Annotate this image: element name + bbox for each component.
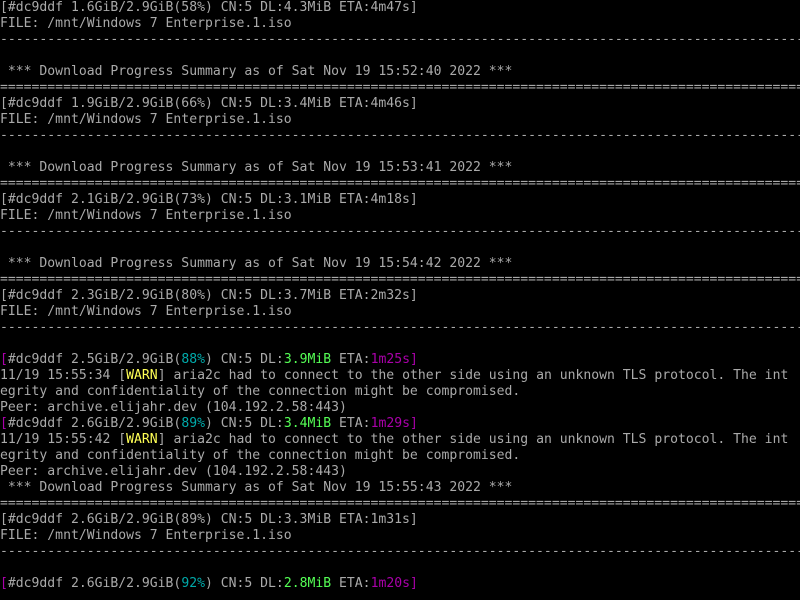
terminal-text-segment: ] xyxy=(409,576,418,591)
terminal-text-segment: Peer: archive.elijahr.dev (104.192.2.58:… xyxy=(0,464,347,479)
terminal-text-segment: *** Download Progress Summary as of Sat … xyxy=(0,480,513,495)
terminal-line: [#dc9ddf 2.6GiB/2.9GiB(92%) CN:5 DL:2.8M… xyxy=(0,576,800,592)
terminal-line: Peer: archive.elijahr.dev (104.192.2.58:… xyxy=(0,464,800,480)
terminal-line: ----------------------------------------… xyxy=(0,544,800,560)
terminal-text-segment: ] xyxy=(409,416,418,431)
terminal-line: egrity and confidentiality of the connec… xyxy=(0,448,800,464)
terminal-line: [#dc9ddf 2.5GiB/2.9GiB(88%) CN:5 DL:3.9M… xyxy=(0,352,800,368)
terminal-line: [#dc9ddf 1.9GiB/2.9GiB(66%) CN:5 DL:3.4M… xyxy=(0,96,800,112)
terminal-line: FILE: /mnt/Windows 7 Enterprise.1.iso xyxy=(0,16,800,32)
terminal-line: ----------------------------------------… xyxy=(0,32,800,48)
terminal-line: ========================================… xyxy=(0,176,800,192)
terminal-text-segment: ----------------------------------------… xyxy=(0,544,800,559)
terminal-text-segment: 2.8MiB xyxy=(283,576,332,591)
terminal-line: ----------------------------------------… xyxy=(0,128,800,144)
terminal-line: [#dc9ddf 2.1GiB/2.9GiB(73%) CN:5 DL:3.1M… xyxy=(0,192,800,208)
terminal-text-segment: ----------------------------------------… xyxy=(0,128,800,143)
terminal-text-segment: FILE: /mnt/Windows 7 Enterprise.1.iso xyxy=(0,528,292,543)
terminal-line: ========================================… xyxy=(0,272,800,288)
terminal-line: ========================================… xyxy=(0,80,800,96)
terminal-line: Peer: archive.elijahr.dev (104.192.2.58:… xyxy=(0,400,800,416)
terminal-text-segment: [#dc9ddf 1.6GiB/2.9GiB(58%) CN:5 DL:4.3M… xyxy=(0,0,418,15)
terminal-text-segment: *** Download Progress Summary as of Sat … xyxy=(0,256,513,271)
terminal-text-segment: *** Download Progress Summary as of Sat … xyxy=(0,64,513,79)
terminal-text-segment: FILE: /mnt/Windows 7 Enterprise.1.iso xyxy=(0,304,292,319)
terminal-line: ----------------------------------------… xyxy=(0,320,800,336)
terminal-text-segment: #dc9ddf 2.6GiB/2.9GiB( xyxy=(7,416,182,431)
terminal-text-segment: *** Download Progress Summary as of Sat … xyxy=(0,160,513,175)
terminal-text-segment: #dc9ddf 2.6GiB/2.9GiB( xyxy=(7,576,182,591)
terminal-line: [#dc9ddf 2.3GiB/2.9GiB(80%) CN:5 DL:3.7M… xyxy=(0,288,800,304)
terminal-line: [#dc9ddf 2.6GiB/2.9GiB(89%) CN:5 DL:3.3M… xyxy=(0,512,800,528)
terminal-line: ========================================… xyxy=(0,496,800,512)
terminal-text-segment: [#dc9ddf 1.9GiB/2.9GiB(66%) CN:5 DL:3.4M… xyxy=(0,96,418,111)
terminal-line: FILE: /mnt/Windows 7 Enterprise.1.iso xyxy=(0,208,800,224)
terminal-text-segment: ] aria2c had to connect to the other sid… xyxy=(157,368,789,383)
terminal-text-segment: [ xyxy=(0,576,8,591)
terminal-line: FILE: /mnt/Windows 7 Enterprise.1.iso xyxy=(0,528,800,544)
terminal-text-segment: ETA: xyxy=(331,352,371,367)
terminal-text-segment: 89% xyxy=(181,416,205,431)
terminal-text-segment: FILE: /mnt/Windows 7 Enterprise.1.iso xyxy=(0,208,292,223)
terminal-text-segment: ] xyxy=(409,352,418,367)
terminal-line: *** Download Progress Summary as of Sat … xyxy=(0,480,800,496)
terminal-text-segment: ========================================… xyxy=(0,176,800,191)
terminal-text-segment: 3.4MiB xyxy=(283,416,332,431)
terminal-text-segment: ) CN:5 DL: xyxy=(204,576,284,591)
terminal-text-segment: 88% xyxy=(181,352,205,367)
terminal-text-segment: WARN xyxy=(126,368,158,383)
terminal-line: *** Download Progress Summary as of Sat … xyxy=(0,64,800,80)
terminal-text-segment: 3.9MiB xyxy=(283,352,332,367)
terminal-text-segment: #dc9ddf 2.5GiB/2.9GiB( xyxy=(7,352,182,367)
terminal-line: 11/19 15:55:42 [WARN] aria2c had to conn… xyxy=(0,432,800,448)
terminal-text-segment: 1m29s xyxy=(370,416,410,431)
terminal-text-segment: ) CN:5 DL: xyxy=(204,352,284,367)
terminal-text-segment: [#dc9ddf 2.3GiB/2.9GiB(80%) CN:5 DL:3.7M… xyxy=(0,288,418,303)
terminal-text-segment: [#dc9ddf 2.6GiB/2.9GiB(89%) CN:5 DL:3.3M… xyxy=(0,512,418,527)
terminal-text-segment: ========================================… xyxy=(0,80,800,95)
terminal-text-segment: 11/19 15:55:42 [ xyxy=(0,432,127,447)
terminal-text-segment: [ xyxy=(0,352,8,367)
terminal-line: FILE: /mnt/Windows 7 Enterprise.1.iso xyxy=(0,304,800,320)
terminal-text-segment: 92% xyxy=(181,576,205,591)
terminal-text-segment: ========================================… xyxy=(0,496,800,511)
terminal-text-segment: [ xyxy=(0,416,8,431)
terminal-text-segment: ----------------------------------------… xyxy=(0,224,800,239)
terminal-text-segment: ETA: xyxy=(331,576,371,591)
terminal-text-segment: ) CN:5 DL: xyxy=(204,416,284,431)
terminal-text-segment: ========================================… xyxy=(0,272,800,287)
terminal-text-segment: FILE: /mnt/Windows 7 Enterprise.1.iso xyxy=(0,16,292,31)
terminal-text-segment: egrity and confidentiality of the connec… xyxy=(0,448,521,463)
terminal-line: ----------------------------------------… xyxy=(0,224,800,240)
terminal-line: FILE: /mnt/Windows 7 Enterprise.1.iso xyxy=(0,112,800,128)
terminal-line: 11/19 15:55:34 [WARN] aria2c had to conn… xyxy=(0,368,800,384)
terminal-text-segment: Peer: archive.elijahr.dev (104.192.2.58:… xyxy=(0,400,347,415)
terminal-text-segment: 11/19 15:55:34 [ xyxy=(0,368,127,383)
terminal-text-segment: egrity and confidentiality of the connec… xyxy=(0,384,521,399)
terminal-text-segment: ----------------------------------------… xyxy=(0,32,800,47)
terminal-text-segment: ----------------------------------------… xyxy=(0,320,800,335)
terminal-window[interactable]: [#dc9ddf 1.6GiB/2.9GiB(58%) CN:5 DL:4.3M… xyxy=(0,0,800,600)
terminal-text-segment: [#dc9ddf 2.1GiB/2.9GiB(73%) CN:5 DL:3.1M… xyxy=(0,192,418,207)
terminal-text-segment: FILE: /mnt/Windows 7 Enterprise.1.iso xyxy=(0,112,292,127)
terminal-output: [#dc9ddf 1.6GiB/2.9GiB(58%) CN:5 DL:4.3M… xyxy=(0,0,800,592)
terminal-line: *** Download Progress Summary as of Sat … xyxy=(0,160,800,176)
terminal-line: egrity and confidentiality of the connec… xyxy=(0,384,800,400)
terminal-line: *** Download Progress Summary as of Sat … xyxy=(0,256,800,272)
terminal-text-segment: ETA: xyxy=(331,416,371,431)
terminal-text-segment: WARN xyxy=(126,432,158,447)
terminal-line: [#dc9ddf 2.6GiB/2.9GiB(89%) CN:5 DL:3.4M… xyxy=(0,416,800,432)
terminal-text-segment: 1m20s xyxy=(370,576,410,591)
terminal-line: [#dc9ddf 1.6GiB/2.9GiB(58%) CN:5 DL:4.3M… xyxy=(0,0,800,16)
terminal-text-segment: 1m25s xyxy=(370,352,410,367)
terminal-text-segment: ] aria2c had to connect to the other sid… xyxy=(157,432,789,447)
